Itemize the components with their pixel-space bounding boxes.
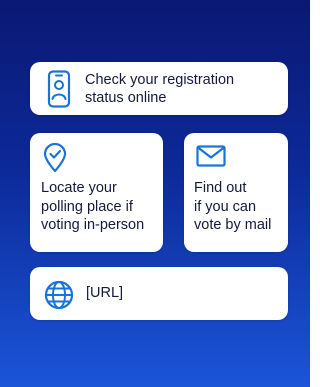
url-card[interactable]: [URL] [30,267,288,320]
polling-line-2: polling place if [41,198,133,215]
polling-line-3: voting in-person [41,217,145,233]
envelope-icon [196,145,226,167]
vote-by-mail-card[interactable]: Find out if you can vote by mail [184,133,288,252]
voting-info-screen: Check your registration status online Lo… [0,0,310,387]
polling-place-card[interactable]: Locate your polling place if voting in-p… [30,133,163,252]
mail-line-2: if you can [194,198,257,215]
globe-icon [44,280,74,310]
registration-status-card[interactable]: Check your registration status online [30,62,288,115]
url-link[interactable]: [URL] [86,284,123,302]
registration-line-1: Check your registration [85,72,235,88]
polling-card-text: Locate your polling place if voting in-p… [41,179,144,235]
smartphone-user-icon [46,70,72,108]
polling-line-1: Locate your [41,180,117,196]
mail-line-1: Find out [194,180,247,196]
registration-card-text: Check your registration status online [85,71,234,107]
registration-line-2: status online [85,90,167,106]
location-pin-check-icon [42,143,68,173]
mail-card-text: Find out if you can vote by mail [194,179,271,235]
mail-line-3: vote by mail [194,217,272,233]
